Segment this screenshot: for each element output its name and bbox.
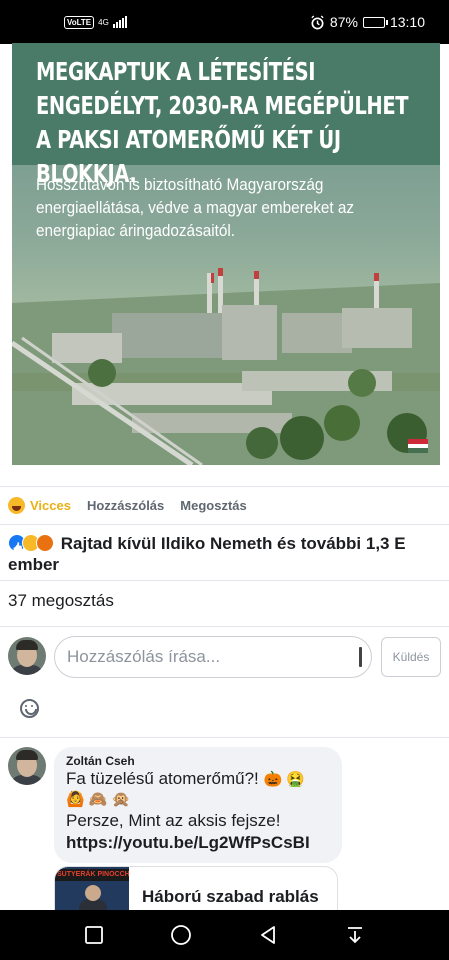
reaction-button[interactable]: Vicces xyxy=(8,497,71,514)
power-plant-photo xyxy=(12,268,440,465)
haha-emoji-icon xyxy=(8,497,25,514)
status-bar: VoLTE 4G 87% 13:10 xyxy=(0,0,449,44)
comment-composer: Hozzászólás írása... Küldés xyxy=(0,626,449,738)
share-button[interactable]: Megosztás xyxy=(180,498,246,513)
battery-percent: 87% xyxy=(329,14,358,30)
comment-line-1-emojis: 🎃 🤮 xyxy=(263,771,306,788)
status-right: 87% 13:10 xyxy=(310,14,425,30)
text-cursor xyxy=(359,647,362,667)
system-nav-bar xyxy=(0,910,449,960)
comment-line-3: Persze, Mint az aksis fejsze! xyxy=(66,811,281,830)
comment-label: Hozzászólás xyxy=(86,498,165,513)
share-label: Megosztás xyxy=(180,498,247,513)
comment-bubble[interactable]: Zoltán Cseh Fa tüzelésű atomerőmű?! 🎃 🤮 … xyxy=(54,747,342,863)
reactions-summary[interactable]: Rajtad kívül Ildiko Nemeth és további 1,… xyxy=(0,524,449,583)
angry-reaction-icon xyxy=(36,534,54,552)
reactions-summary-text: Rajtad kívül Ildiko Nemeth és további 1,… xyxy=(8,534,406,574)
comment-button[interactable]: Hozzászólás xyxy=(87,498,164,513)
link-preview-title: Háború szabad rablás xyxy=(142,887,319,906)
download-arrow-icon xyxy=(348,927,363,944)
signal-icon xyxy=(112,16,127,28)
notification-pull-button[interactable] xyxy=(340,920,370,950)
network-type: 4G xyxy=(98,17,109,27)
post-image[interactable]: MEGKAPTUK A LÉTESÍTÉSI ENGEDÉLYT, 2030-R… xyxy=(12,43,440,465)
battery-icon xyxy=(362,16,388,28)
send-button[interactable]: Küldés xyxy=(381,637,441,677)
hungarian-flag-icon xyxy=(408,439,428,453)
back-button[interactable] xyxy=(253,920,283,950)
thumbnail-caption: SUTYERÁK PINOCCHIO xyxy=(55,869,129,881)
square-icon xyxy=(84,926,103,944)
comment-line-1: Fa tüzelésű atomerőmű?! 🎃 🤮 xyxy=(66,768,330,790)
comment-line-1-text: Fa tüzelésű atomerőmű?! xyxy=(66,769,259,788)
circle-icon xyxy=(170,925,191,945)
triangle-back-icon xyxy=(261,926,276,944)
post-action-bar: Vicces Hozzászólás Megosztás xyxy=(0,486,449,524)
image-subtext: Hosszútávon is biztosítható Magyarország… xyxy=(36,175,355,240)
comment-emoji-line: 🙆 🙈 🙊 xyxy=(66,791,131,808)
home-button[interactable] xyxy=(166,920,196,950)
image-headline: MEGKAPTUK A LÉTESÍTÉSI ENGEDÉLYT, 2030-R… xyxy=(36,57,409,188)
comment-input-placeholder: Hozzászólás írása... xyxy=(67,647,221,666)
recents-button[interactable] xyxy=(79,920,109,950)
comment-author[interactable]: Zoltán Cseh xyxy=(66,754,330,768)
comment-input[interactable]: Hozzászólás írása... xyxy=(54,636,372,678)
avatar xyxy=(8,637,46,675)
shares-count[interactable]: 37 megosztás xyxy=(0,580,449,626)
status-left: VoLTE 4G xyxy=(64,15,127,29)
comment-link[interactable]: https://youtu.be/Lg2WfPsCsBI xyxy=(66,832,330,854)
reaction-label: Vicces xyxy=(30,498,71,513)
emoji-picker-icon[interactable] xyxy=(20,699,39,718)
clock: 13:10 xyxy=(389,14,425,30)
volte-indicator: VoLTE xyxy=(64,15,95,29)
alarm-icon xyxy=(311,14,324,29)
comment-author-avatar[interactable] xyxy=(8,747,46,785)
